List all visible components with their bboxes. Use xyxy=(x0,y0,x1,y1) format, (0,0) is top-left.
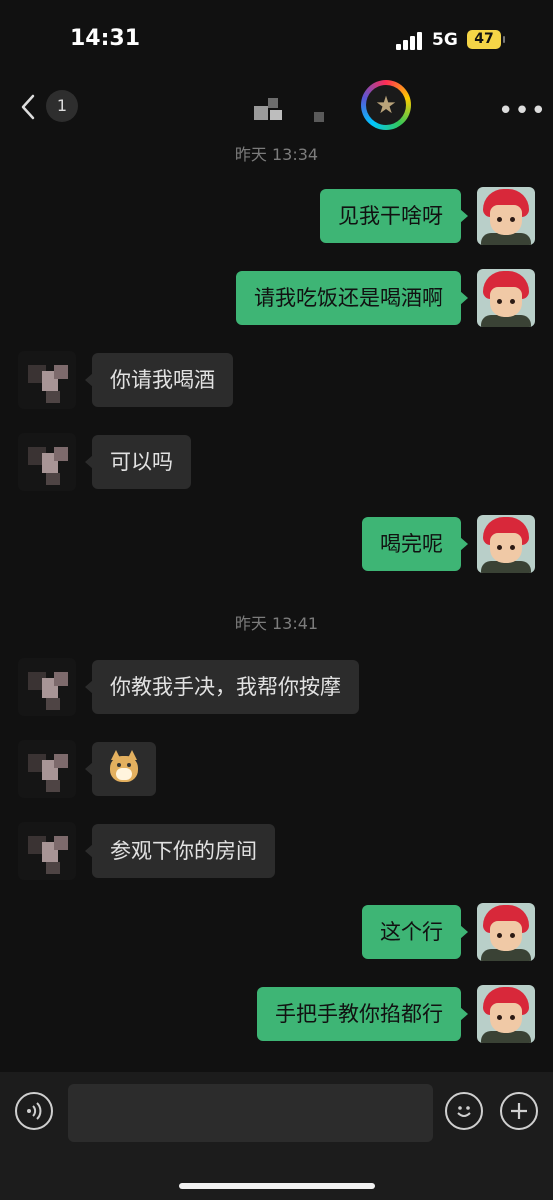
unread-count-badge: 1 xyxy=(46,90,78,122)
status-bar: 14:31 5G 47 xyxy=(0,0,553,80)
message-bubble-sent[interactable]: 见我干啥呀 xyxy=(320,189,468,243)
message-bubble-received[interactable]: 你请我喝酒 xyxy=(85,353,233,407)
my-avatar[interactable] xyxy=(477,187,535,245)
message-bubble-sent[interactable]: 这个行 xyxy=(362,905,468,959)
chat-title-blurred xyxy=(252,94,332,126)
message-row: 你请我喝酒 xyxy=(0,351,553,411)
battery-icon: 47 xyxy=(467,30,505,49)
contact-avatar-pixelated[interactable] xyxy=(18,433,76,491)
message-row: 请我吃饭还是喝酒啊 xyxy=(0,269,553,329)
timestamp: 昨天 13:41 xyxy=(234,614,319,633)
star-icon: ★ xyxy=(366,85,406,125)
voice-icon[interactable] xyxy=(15,1092,53,1130)
my-avatar[interactable] xyxy=(477,269,535,327)
more-dots-icon[interactable]: ••• xyxy=(498,96,547,126)
my-avatar[interactable] xyxy=(477,985,535,1043)
contact-avatar-pixelated[interactable] xyxy=(18,658,76,716)
message-row: 手把手教你掐都行 xyxy=(0,985,553,1045)
contact-avatar[interactable]: ★ xyxy=(361,80,411,130)
message-row: 你教我手决，我帮你按摩 xyxy=(0,658,553,718)
network-type: 5G xyxy=(432,30,458,50)
message-row xyxy=(0,740,553,800)
message-row: 这个行 xyxy=(0,903,553,963)
message-bubble-sent[interactable]: 请我吃饭还是喝酒啊 xyxy=(236,271,468,325)
contact-avatar-pixelated[interactable] xyxy=(18,740,76,798)
chat-header: 1 ★ ••• xyxy=(0,80,553,140)
message-row: 可以吗 xyxy=(0,433,553,493)
input-bar xyxy=(0,1072,553,1200)
emoji-icon[interactable] xyxy=(445,1092,483,1130)
doge-emoji xyxy=(110,750,138,782)
message-bubble-received[interactable] xyxy=(85,742,156,796)
message-row: 参观下你的房间 xyxy=(0,822,553,882)
status-time: 14:31 xyxy=(70,26,141,51)
message-row: 见我干啥呀 xyxy=(0,187,553,247)
my-avatar[interactable] xyxy=(477,903,535,961)
message-bubble-received[interactable]: 你教我手决，我帮你按摩 xyxy=(85,660,359,714)
contact-avatar-pixelated[interactable] xyxy=(18,351,76,409)
message-bubble-sent[interactable]: 喝完呢 xyxy=(362,517,468,571)
message-row: 喝完呢 xyxy=(0,515,553,575)
chevron-left-icon xyxy=(21,94,35,120)
message-input[interactable] xyxy=(68,1084,433,1142)
back-button[interactable]: 1 xyxy=(20,90,80,126)
contact-avatar-pixelated[interactable] xyxy=(18,822,76,880)
timestamp: 昨天 13:34 xyxy=(234,145,319,164)
plus-icon[interactable] xyxy=(500,1092,538,1130)
message-bubble-sent[interactable]: 手把手教你掐都行 xyxy=(257,987,468,1041)
my-avatar[interactable] xyxy=(477,515,535,573)
signal-icon xyxy=(396,32,426,50)
home-indicator[interactable] xyxy=(179,1183,375,1189)
message-bubble-received[interactable]: 可以吗 xyxy=(85,435,191,489)
message-bubble-received[interactable]: 参观下你的房间 xyxy=(85,824,275,878)
